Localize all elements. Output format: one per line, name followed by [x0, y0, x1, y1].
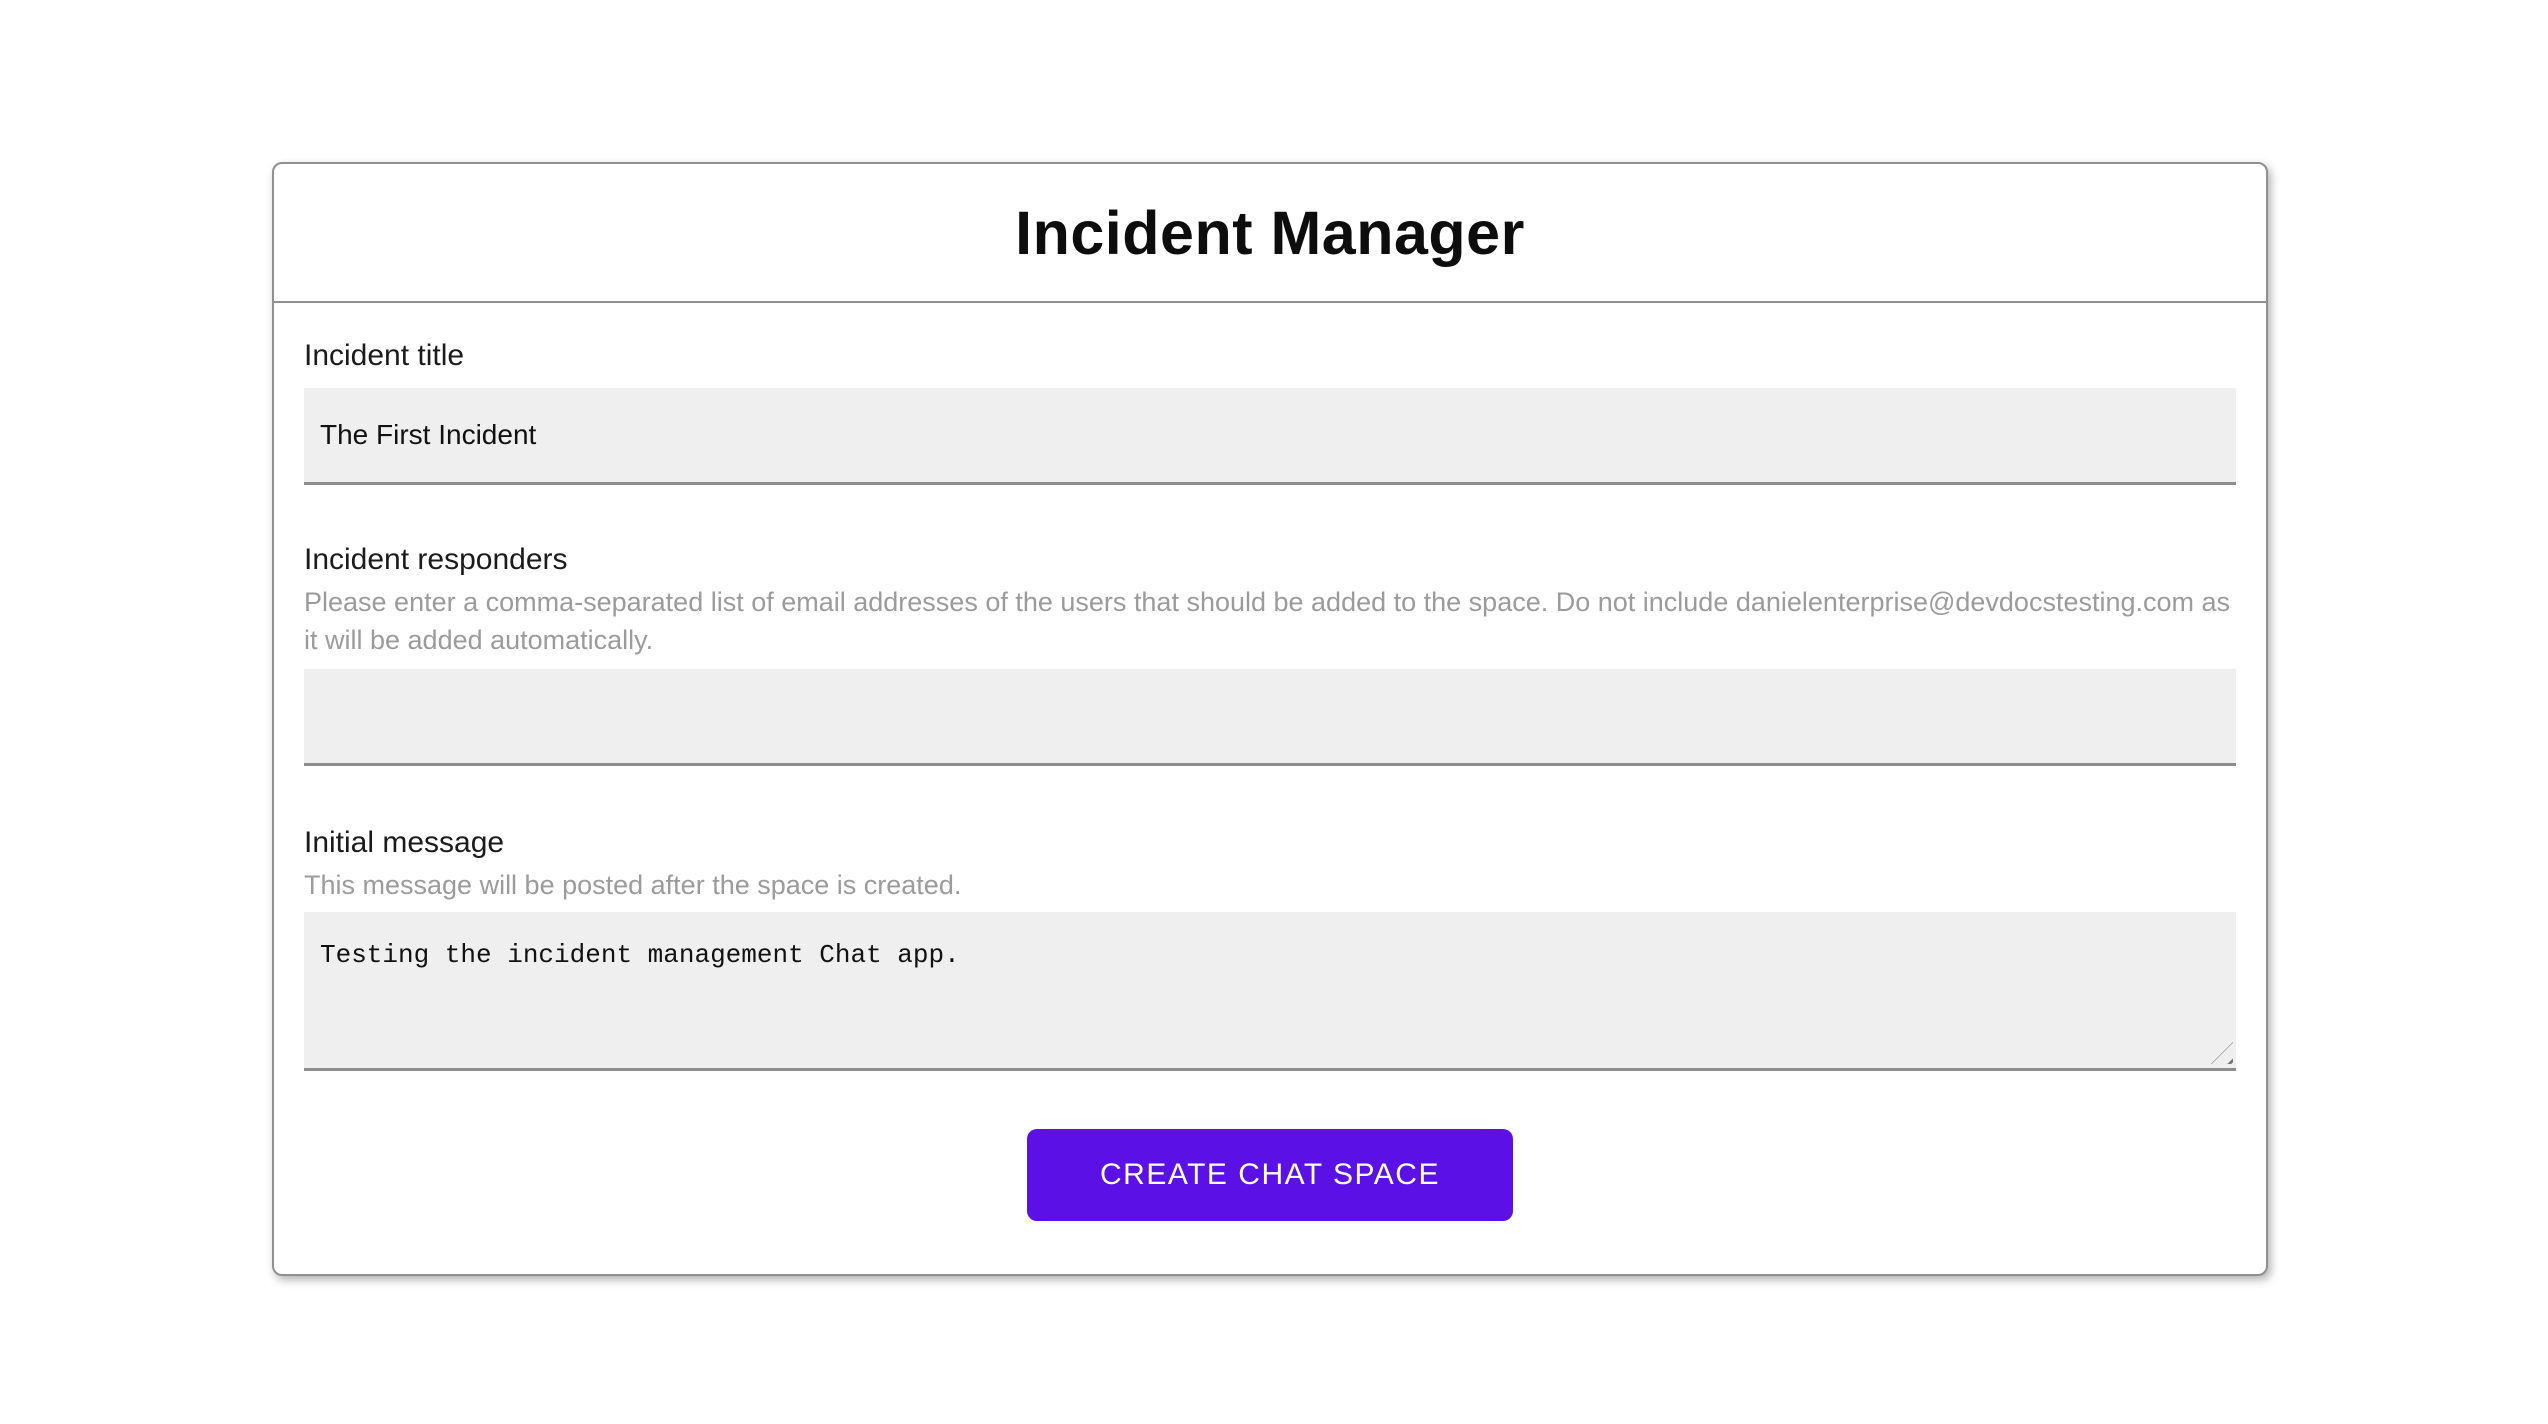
initial-message-section: Initial message This message will be pos…	[304, 825, 2236, 1071]
incident-form: Incident title Incident responders Pleas…	[274, 303, 2266, 1221]
initial-message-textarea-wrap: Testing the incident management Chat app…	[304, 912, 2236, 1071]
incident-manager-card: Incident Manager Incident title Incident…	[272, 162, 2268, 1276]
initial-message-helper: This message will be posted after the sp…	[304, 870, 962, 900]
incident-title-label: Incident title	[304, 339, 465, 372]
incident-title-input[interactable]	[304, 388, 2236, 485]
incident-responders-section: Incident responders Please enter a comma…	[304, 542, 2236, 766]
button-row: CREATE CHAT SPACE	[304, 1129, 2236, 1221]
card-header: Incident Manager	[274, 164, 2266, 303]
incident-responders-label: Incident responders	[304, 543, 568, 576]
initial-message-textarea[interactable]: Testing the incident management Chat app…	[304, 912, 2236, 1071]
incident-responders-input[interactable]	[304, 669, 2236, 766]
page-title: Incident Manager	[1015, 198, 1525, 267]
incident-title-section: Incident title	[304, 338, 2236, 485]
initial-message-label: Initial message	[304, 826, 505, 859]
incident-responders-helper: Please enter a comma-separated list of e…	[304, 587, 2231, 655]
create-chat-space-button[interactable]: CREATE CHAT SPACE	[1027, 1129, 1513, 1221]
